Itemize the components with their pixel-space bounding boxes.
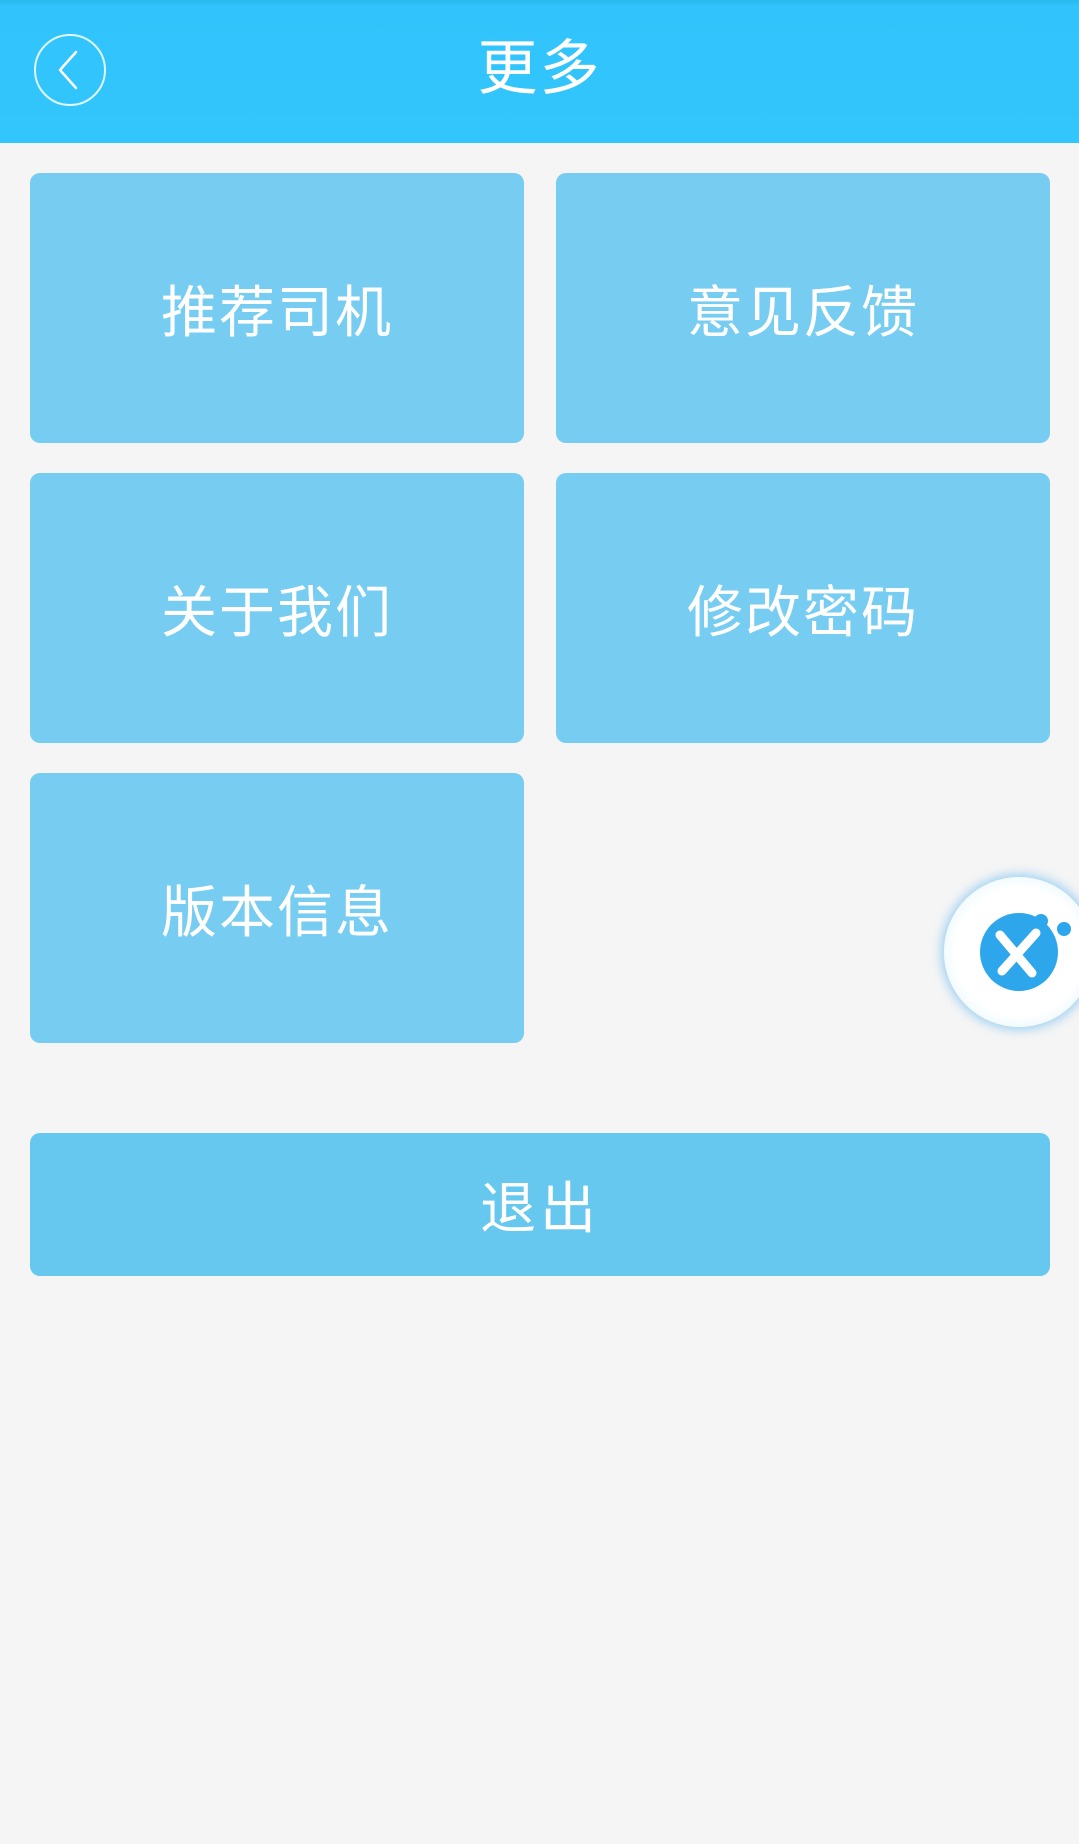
feedback-button[interactable]: 意见反馈 <box>556 173 1050 443</box>
change-password-button[interactable]: 修改密码 <box>556 473 1050 743</box>
header-bar: 更多 <box>0 0 1079 143</box>
page-title: 更多 <box>477 34 602 104</box>
floating-assistant-button[interactable] <box>944 877 1079 1027</box>
logout-button[interactable]: 退出 <box>30 1133 1050 1276</box>
tools-icon <box>980 913 1071 991</box>
recommend-driver-button[interactable]: 推荐司机 <box>30 173 524 443</box>
about-us-button[interactable]: 关于我们 <box>30 473 524 743</box>
version-info-button[interactable]: 版本信息 <box>30 773 524 1043</box>
